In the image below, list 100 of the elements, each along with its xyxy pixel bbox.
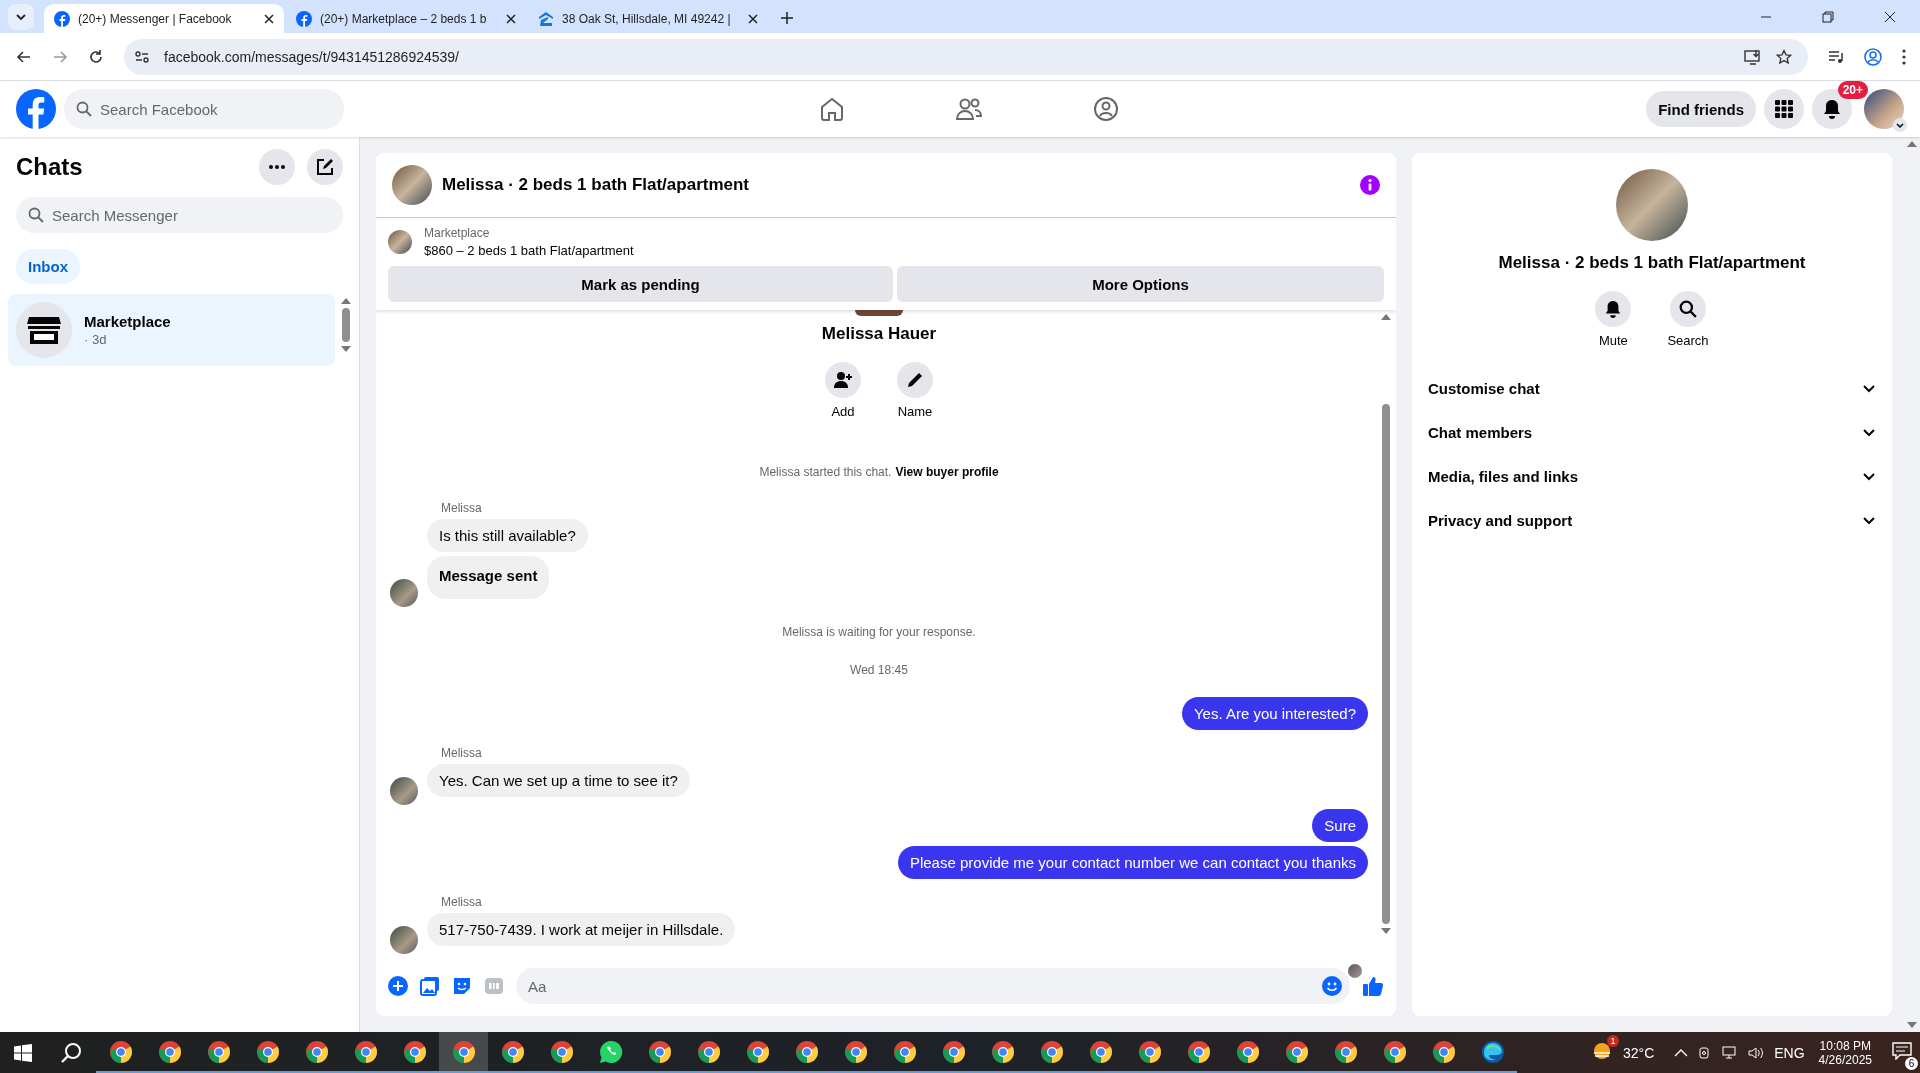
browser-tab[interactable]: (20+) Marketplace – 2 beds 1 b: [286, 4, 526, 33]
emoji-icon[interactable]: [1322, 976, 1342, 996]
conversation-name: Melissa · 2 beds 1 bath Flat/apartment: [1498, 253, 1806, 273]
new-tab-icon[interactable]: [780, 11, 794, 25]
find-friends-button[interactable]: Find friends: [1646, 91, 1756, 127]
sender-name: Melissa: [441, 501, 482, 515]
detail-action-label: Mute: [1598, 333, 1628, 348]
pencil-icon: [906, 371, 924, 389]
close-icon[interactable]: [1884, 11, 1896, 23]
forward-icon[interactable]: [52, 48, 68, 65]
address-bar[interactable]: facebook.com/messages/t/9431451286924539/: [124, 38, 1808, 75]
detail-action-button[interactable]: [1670, 291, 1706, 327]
reload-icon[interactable]: [88, 48, 104, 65]
browser-icon: [1186, 1039, 1211, 1064]
new-message-button[interactable]: [307, 149, 343, 185]
speaker-icon[interactable]: [1748, 1045, 1765, 1060]
listing-action-button[interactable]: Mark as pending: [388, 266, 893, 302]
chat-name: Marketplace: [84, 313, 171, 330]
restore-icon[interactable]: [1822, 11, 1834, 23]
browser-icon: [647, 1039, 672, 1064]
search-icon: [1679, 300, 1697, 318]
accordion-section[interactable]: Chat members: [1420, 410, 1884, 454]
browser-tab[interactable]: (20+) Messenger | Facebook: [44, 4, 284, 33]
photo-placeholder: [392, 165, 432, 205]
compose-icon: [316, 158, 334, 176]
sun-icon[interactable]: [1591, 1040, 1613, 1061]
search-field[interactable]: Search Messenger: [16, 197, 343, 233]
browser-icon: [304, 1039, 329, 1064]
home-icon[interactable]: [819, 96, 845, 122]
profile-action-button[interactable]: [825, 362, 861, 398]
browser-icon: [1431, 1039, 1456, 1064]
language-indicator[interactable]: ENG: [1774, 1044, 1805, 1061]
listing-action-button[interactable]: More Options: [897, 266, 1384, 302]
chevron-down-icon[interactable]: [1893, 118, 1907, 132]
close-icon[interactable]: [506, 13, 516, 24]
message-bubble: Yes. Are you interested?: [1181, 697, 1368, 730]
people-circle-icon[interactable]: [1093, 96, 1119, 122]
more-menu-icon[interactable]: [1902, 48, 1906, 65]
profile-action-label: Name: [897, 404, 933, 419]
profile-action-button[interactable]: [897, 362, 933, 398]
temperature[interactable]: 32°C: [1623, 1044, 1655, 1061]
browser-icon: [500, 1039, 525, 1064]
bell-icon: [1604, 300, 1623, 318]
info-icon[interactable]: [1360, 175, 1380, 195]
profile-action-label: Add: [831, 404, 855, 419]
accordion-section[interactable]: Customise chat: [1420, 366, 1884, 410]
accordion-section[interactable]: Media, files and links: [1420, 454, 1884, 498]
options-button[interactable]: [259, 149, 295, 185]
network-icon[interactable]: [1722, 1045, 1739, 1060]
sender-name: Melissa: [441, 746, 482, 760]
clock-time[interactable]: 10:08 PM: [1819, 1038, 1871, 1053]
search-field[interactable]: Search Facebook: [64, 89, 344, 129]
sticker-icon[interactable]: [452, 976, 472, 996]
browser-icon: [1382, 1039, 1407, 1064]
more-icon: [269, 165, 285, 169]
buyer-profile-link[interactable]: View buyer profile: [895, 465, 999, 479]
profile-icon[interactable]: [1864, 47, 1882, 66]
close-icon[interactable]: [748, 13, 758, 24]
browser-icon: [794, 1039, 819, 1064]
sender-name: Melissa: [441, 895, 482, 909]
notification-icon[interactable]: [1892, 1041, 1912, 1060]
browser-icon: [108, 1039, 133, 1064]
grid-menu-icon: [1774, 99, 1794, 119]
close-icon[interactable]: [264, 13, 274, 24]
browser-tab[interactable]: 38 Oak St, Hillsdale, MI 49242 |: [528, 4, 768, 33]
search-icon: [28, 207, 44, 223]
wave-logo-icon: [1480, 1039, 1505, 1064]
chevron-up-icon[interactable]: [1674, 1047, 1689, 1058]
menu-button[interactable]: [1764, 89, 1804, 129]
site-settings-icon[interactable]: [134, 48, 150, 65]
chat-bubble-icon: [598, 1039, 623, 1064]
browser-icon: [549, 1039, 574, 1064]
account-avatar[interactable]: [1864, 89, 1904, 129]
message-bubble: 517-750-7439. I work at meijer in Hillsdale.: [427, 913, 736, 946]
windows-start-icon[interactable]: [14, 1043, 32, 1062]
media-control-icon[interactable]: [1828, 48, 1844, 65]
search-icon[interactable]: [60, 1041, 82, 1064]
inbox-tab[interactable]: Inbox: [16, 249, 80, 284]
bookmark-star-icon[interactable]: [1776, 48, 1792, 65]
tab-list-button[interactable]: [8, 4, 34, 30]
clock-date[interactable]: 4/26/2025: [1818, 1052, 1872, 1067]
browser-icon: [696, 1039, 721, 1064]
chevron-down-icon: [15, 11, 27, 23]
profile-photo: [855, 310, 903, 316]
image-icon[interactable]: [420, 976, 440, 996]
friends-icon[interactable]: [955, 96, 983, 122]
search-icon: [76, 101, 92, 117]
chat-time: · 3d: [84, 332, 108, 347]
facebook-logo[interactable]: [16, 89, 56, 129]
thumbs-up-icon[interactable]: [1362, 975, 1384, 997]
accordion-section[interactable]: Privacy and support: [1420, 498, 1884, 542]
plus-circle-icon[interactable]: [388, 976, 408, 996]
install-app-icon[interactable]: [1744, 48, 1762, 65]
taskbar-app[interactable]: [439, 1032, 488, 1073]
back-icon[interactable]: [16, 48, 32, 65]
conversation-title[interactable]: Melissa · 2 beds 1 bath Flat/apartment: [442, 175, 750, 195]
detail-action-button[interactable]: [1595, 291, 1632, 327]
chat-list-item[interactable]: Marketplace · 3d: [8, 294, 335, 366]
message-field[interactable]: Aa: [516, 968, 1350, 1004]
store-icon: [27, 315, 61, 345]
